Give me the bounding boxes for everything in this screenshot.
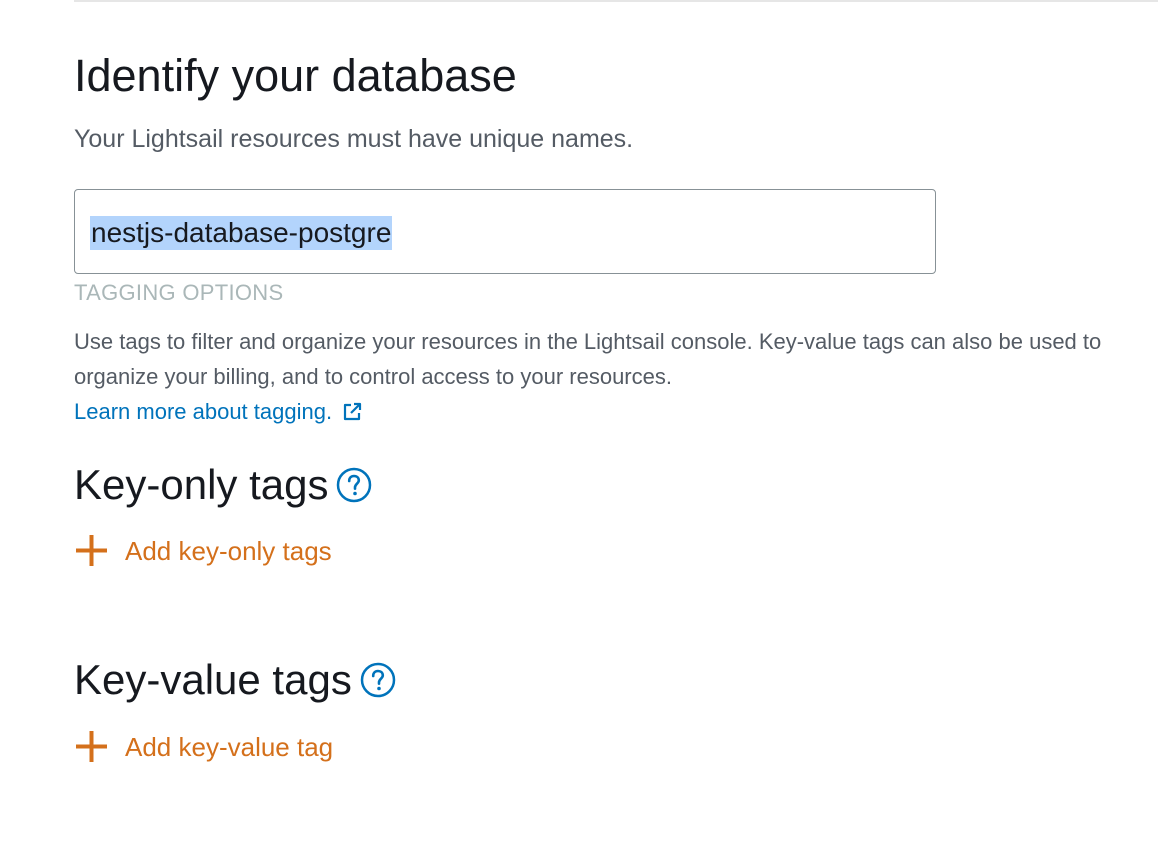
page-subtitle: Your Lightsail resources must have uniqu…: [74, 125, 634, 153]
add-key-only-tags-label[interactable]: Add key-only tags: [125, 534, 332, 568]
plus-icon: [76, 535, 107, 566]
help-circle-icon[interactable]: [360, 662, 396, 698]
add-key-value-tag-button[interactable]: Add key-value tag: [74, 729, 333, 764]
plus-icon: [76, 731, 107, 762]
add-key-only-tags-button[interactable]: Add key-only tags: [74, 533, 332, 568]
page-title: Identify your database: [74, 50, 517, 101]
key-only-tags-heading: Key-only tags: [74, 461, 329, 508]
key-value-tags-heading: Key-value tags: [74, 656, 352, 703]
add-key-value-tag-label[interactable]: Add key-value tag: [125, 730, 333, 764]
external-link-icon: [343, 402, 362, 421]
database-name-value[interactable]: nestjs-database-postgre: [90, 216, 393, 250]
learn-more-label[interactable]: Learn more about tagging.: [74, 397, 332, 427]
help-circle-icon[interactable]: [336, 467, 372, 503]
key-value-tags-header: Key-value tags: [74, 654, 396, 706]
key-only-tags-header: Key-only tags: [74, 459, 372, 511]
database-name-input[interactable]: nestjs-database-postgre: [74, 189, 936, 274]
tagging-description: Use tags to filter and organize your res…: [74, 329, 1102, 389]
top-divider: [74, 0, 1158, 2]
learn-more-tagging-link[interactable]: Learn more about tagging.: [74, 397, 362, 427]
tagging-options-heading: TAGGING OPTIONS: [74, 280, 284, 305]
